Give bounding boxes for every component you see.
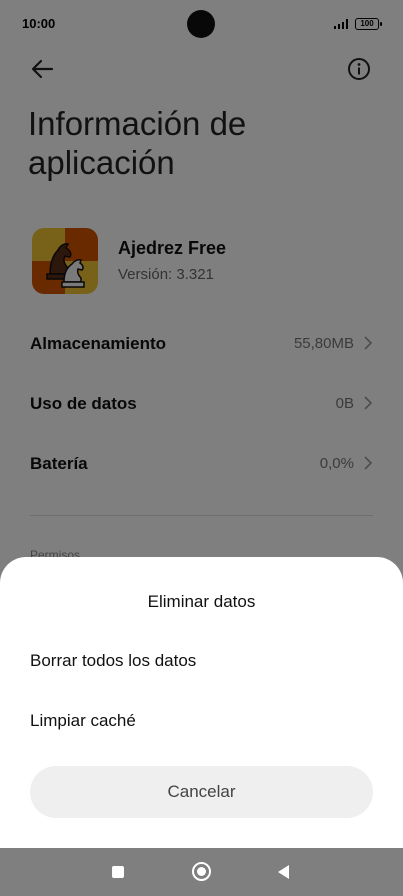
home-icon[interactable] — [192, 862, 211, 881]
back-triangle-icon[interactable] — [278, 865, 289, 879]
recents-icon[interactable] — [112, 866, 124, 878]
navigation-bar — [0, 848, 403, 896]
clear-all-data-option[interactable]: Borrar todos los datos — [30, 641, 373, 681]
clear-data-sheet: Eliminar datos Borrar todos los datos Li… — [0, 557, 403, 848]
cancel-button[interactable]: Cancelar — [30, 766, 373, 818]
clear-cache-option[interactable]: Limpiar caché — [30, 701, 373, 741]
sheet-title: Eliminar datos — [147, 592, 256, 611]
